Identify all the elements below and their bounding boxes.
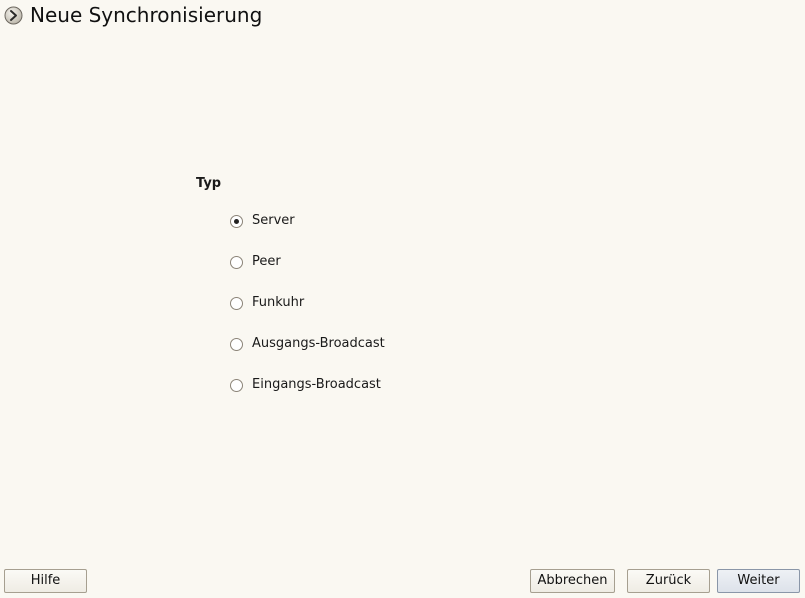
header: Neue Synchronisierung	[4, 4, 262, 26]
radio-label-server[interactable]: Server	[252, 212, 295, 230]
radio-label-peer[interactable]: Peer	[252, 253, 281, 271]
radio-label-ausgangs-broadcast[interactable]: Ausgangs-Broadcast	[252, 335, 385, 353]
type-group-label: Typ	[196, 176, 222, 191]
back-button[interactable]: Zurück	[627, 569, 710, 593]
page-title: Neue Synchronisierung	[30, 3, 263, 27]
radio-button-funkuhr[interactable]	[230, 297, 243, 310]
radio-label-funkuhr[interactable]: Funkuhr	[252, 294, 304, 312]
cancel-button[interactable]: Abbrechen	[530, 569, 615, 593]
radio-label-eingangs-broadcast[interactable]: Eingangs-Broadcast	[252, 376, 381, 394]
radio-selected-dot	[234, 219, 239, 224]
help-button[interactable]: Hilfe	[4, 569, 87, 593]
type-group: Typ Server Peer Funkuhr Ausgangs-Broadca…	[196, 175, 516, 392]
radio-button-eingangs-broadcast[interactable]	[230, 379, 243, 392]
next-button[interactable]: Weiter	[717, 569, 800, 593]
radio-button-ausgangs-broadcast[interactable]	[230, 338, 243, 351]
wizard-arrow-icon	[4, 6, 23, 25]
radio-button-server[interactable]	[230, 215, 243, 228]
radio-button-peer[interactable]	[230, 256, 243, 269]
